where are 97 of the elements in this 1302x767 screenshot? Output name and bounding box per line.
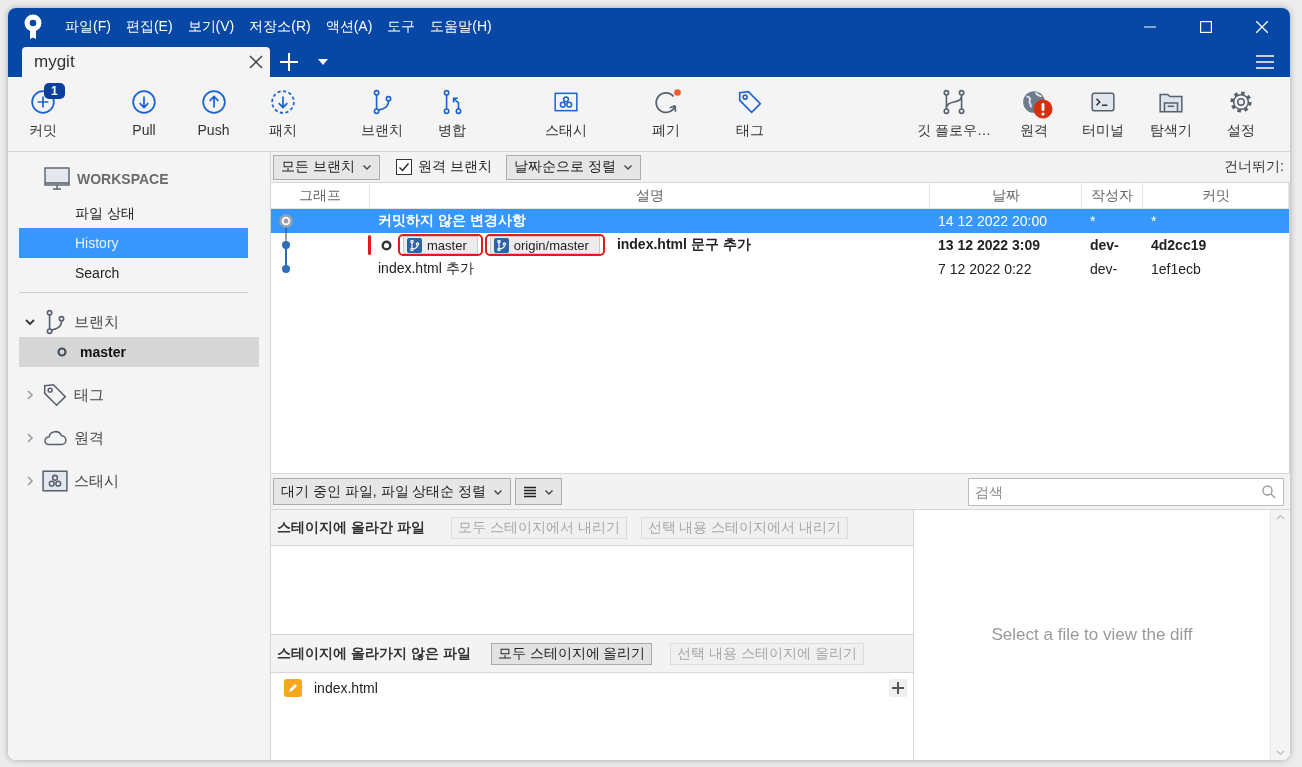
count-badge: 1 (44, 83, 65, 99)
branch-ref-label[interactable]: master (403, 236, 478, 254)
menu-item[interactable]: 편집(E) (119, 18, 182, 36)
chevron-right-icon[interactable] (24, 389, 36, 401)
commit-message: index.html 추가 (378, 260, 474, 278)
modified-file-icon (284, 679, 302, 697)
sidebar-group-label[interactable]: 스태시 (74, 471, 119, 491)
column-header[interactable]: 설명 (370, 183, 930, 208)
branch-button[interactable]: 브랜치 (347, 77, 417, 147)
stash-button[interactable]: 스태시 (516, 77, 616, 147)
plus-icon[interactable] (280, 53, 298, 71)
branch-filter-dropdown[interactable]: 모든 브랜치 (273, 154, 380, 180)
repository-tab[interactable]: mygit (22, 47, 270, 77)
close-icon[interactable] (248, 54, 264, 70)
commit-message: index.html 문구 추가 (616, 236, 751, 254)
chevron-down-icon[interactable] (24, 316, 36, 328)
sidebar-item[interactable]: Search (19, 258, 248, 288)
menu-item[interactable]: 보기(V) (181, 18, 244, 36)
app-logo-icon (23, 14, 43, 40)
chevron-right-icon[interactable] (24, 432, 36, 444)
workspace-heading: WORKSPACE (77, 171, 169, 187)
ring-icon (57, 347, 67, 357)
search-icon (1262, 484, 1276, 499)
stash-icon (42, 468, 68, 494)
caret-icon (361, 162, 372, 172)
list-icon (523, 485, 538, 498)
commit-author: * (1089, 213, 1097, 229)
commit-row[interactable]: master origin/master index.html 문구 추가 13 12 2022 3:09 dev- 4d2cc19 (271, 233, 1289, 257)
stage-all-button[interactable]: 모두 스테이지에 올리기 (490, 642, 653, 665)
push-button[interactable]: Push (179, 77, 248, 147)
checkbox-label[interactable]: 원격 브랜치 (417, 158, 492, 176)
commit-graph-drawing (279, 233, 293, 257)
commit-hash: 1ef1ecb (1150, 261, 1202, 277)
sidebar-group-label[interactable]: 태그 (74, 385, 104, 405)
branch-icon (407, 237, 422, 253)
plus-icon[interactable] (889, 679, 907, 697)
file-sort-dropdown[interactable]: 대기 중인 파일, 파일 상태순 정렬 (273, 478, 512, 505)
maximize-icon[interactable] (1200, 21, 1212, 33)
view-options-dropdown[interactable] (515, 478, 563, 505)
menu-item[interactable]: 도움말(H) (424, 18, 501, 36)
head-ring-icon (381, 239, 392, 251)
column-header[interactable]: 그래프 (271, 183, 370, 208)
settings-icon (1228, 89, 1254, 115)
git-flow-button[interactable]: 깃 플로우… (909, 77, 999, 147)
discard-button[interactable]: 폐기 (616, 77, 715, 147)
tag-icon (737, 89, 763, 115)
staged-files-heading: 스테이지에 올라간 파일 (277, 518, 425, 537)
pull-button[interactable]: Pull (109, 77, 179, 147)
commit-date: 7 12 2022 0:22 (937, 261, 1033, 277)
commit-date: 14 12 2022 20:00 (937, 213, 1048, 229)
remote-button[interactable]: 원격 (999, 77, 1069, 147)
branch-ref-label[interactable]: origin/master (489, 236, 600, 254)
commit-hash: 4d2cc19 (1150, 237, 1208, 253)
up-arrow-circle-icon (200, 89, 227, 115)
checkbox[interactable] (395, 159, 412, 175)
branch-icon (493, 237, 509, 253)
column-header[interactable]: 날짜 (930, 183, 1082, 208)
menu-item[interactable]: 액션(A) (319, 18, 382, 36)
explorer-button[interactable]: 탐색기 (1136, 77, 1206, 147)
menu-item[interactable]: 도구 (381, 18, 425, 36)
menu-item[interactable]: 파일(F) (59, 18, 120, 36)
tag-button[interactable]: 태그 (715, 77, 785, 147)
check-icon (397, 161, 410, 173)
sidebar-item[interactable]: 파일 상태 (19, 198, 248, 228)
commit-author: dev- (1089, 237, 1120, 253)
commit-button[interactable]: 1 커밋 (8, 77, 78, 147)
menu-item[interactable]: 저장소(R) (243, 18, 320, 36)
menu-icon[interactable] (1256, 53, 1274, 70)
commit-row[interactable]: index.html 추가 7 12 2022 0:22 dev- 1ef1ecb (271, 257, 1289, 281)
merge-button[interactable]: 병합 (417, 77, 486, 147)
terminal-button[interactable]: 터미널 (1069, 77, 1136, 147)
git-flow-icon (941, 89, 967, 115)
commit-message: 커밋하지 않은 변경사항 (378, 212, 526, 230)
unstaged-files-heading: 스테이지에 올라가지 않은 파일 (277, 644, 471, 663)
diff-placeholder: Select a file to view the diff (990, 625, 1194, 645)
sort-dropdown[interactable]: 날짜순으로 정렬 (505, 154, 641, 180)
sidebar-group-label[interactable]: 브랜치 (74, 312, 119, 332)
commit-author: dev- (1089, 261, 1119, 277)
sidebar-group-label[interactable]: 원격 (74, 428, 104, 448)
file-name[interactable]: index.html (314, 680, 378, 696)
monitor-icon (44, 167, 70, 191)
down-arrow-circle-icon (131, 89, 157, 115)
column-header[interactable]: 작성자 (1082, 183, 1143, 208)
tag-icon (42, 382, 68, 408)
caret-icon (622, 162, 633, 172)
sidebar-branch-item[interactable]: master (19, 337, 259, 367)
settings-button[interactable]: 설정 (1206, 77, 1276, 147)
commit-date: 13 12 2022 3:09 (937, 237, 1041, 253)
search-field[interactable]: 검색 (968, 477, 1284, 506)
patch-button[interactable]: 패치 (248, 77, 317, 147)
chevron-right-icon[interactable] (24, 475, 36, 487)
caret-down-icon[interactable] (318, 59, 328, 65)
annotation-mark (368, 235, 371, 255)
column-header[interactable]: 커밋 (1143, 183, 1289, 208)
jump-label: 건너뛰기: (1224, 158, 1285, 176)
commit-hash: * (1150, 213, 1158, 229)
undo-arrow-icon (652, 89, 679, 115)
